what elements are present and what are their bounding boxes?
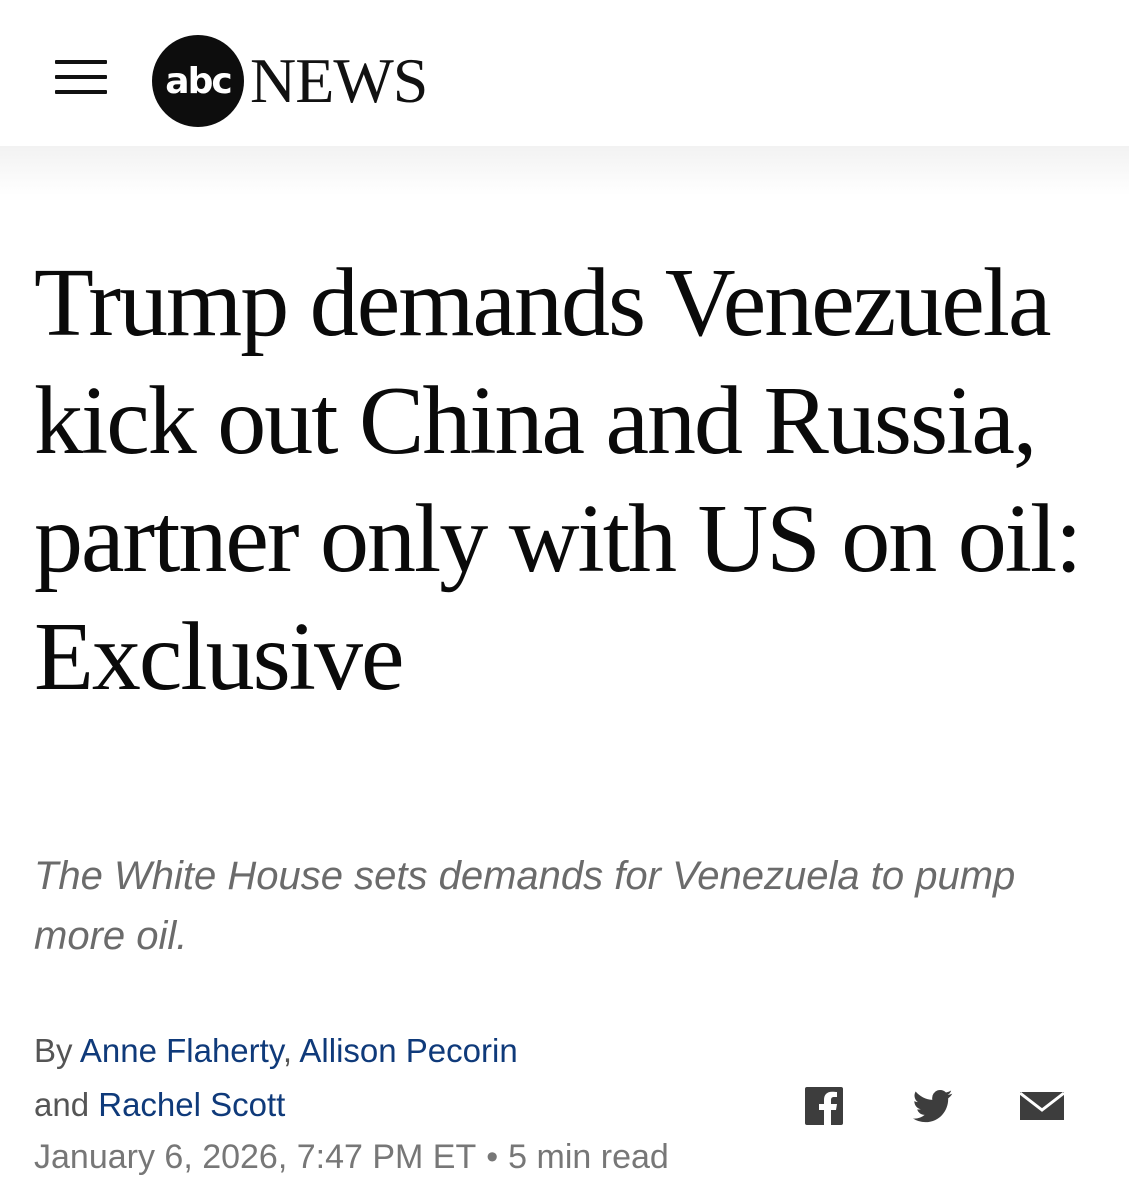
byline: By Anne Flaherty, Allison Pecorin and Ra… [34, 1024, 754, 1132]
article-headline: Trump demands Venezuela kick out China a… [34, 249, 1082, 711]
author-link-allison-pecorin[interactable]: Allison Pecorin [299, 1032, 517, 1069]
publish-date: January 6, 2026, 7:47 PM ET [34, 1138, 477, 1176]
abc-logo-circle: abc [152, 35, 244, 127]
news-wordmark: NEWS [250, 45, 428, 116]
article-meta: January 6, 2026, 7:47 PM ET • 5 min read [34, 1132, 669, 1182]
abc-news-logo[interactable]: abc NEWS [152, 35, 428, 127]
meta-bullet: • [486, 1138, 499, 1176]
byline-prefix: By [34, 1032, 73, 1069]
author-link-anne-flaherty[interactable]: Anne Flaherty [80, 1032, 283, 1069]
menu-line [55, 75, 107, 79]
byline-conjunction: and [34, 1086, 90, 1123]
twitter-icon[interactable] [912, 1086, 954, 1126]
menu-line [55, 90, 107, 94]
facebook-icon[interactable] [804, 1086, 844, 1126]
menu-line [55, 60, 107, 64]
hamburger-menu-icon[interactable] [52, 56, 110, 98]
byline-separator: , [282, 1032, 293, 1069]
read-time: 5 min read [508, 1138, 669, 1176]
author-link-rachel-scott[interactable]: Rachel Scott [98, 1086, 285, 1123]
header-shadow [0, 146, 1129, 196]
article-subheadline: The White House sets demands for Venezue… [34, 854, 1016, 958]
email-icon[interactable] [1019, 1086, 1065, 1126]
site-header: abc NEWS [0, 0, 1129, 146]
